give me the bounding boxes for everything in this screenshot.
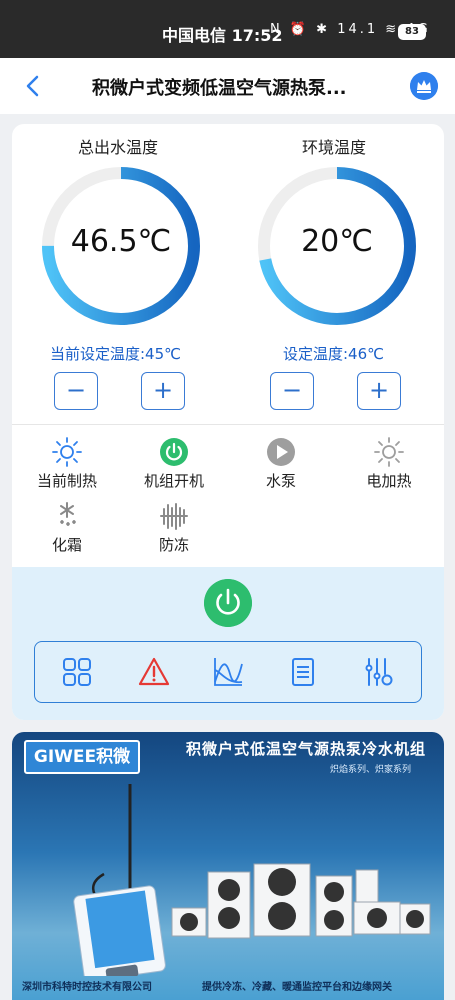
status-label: 当前制热 [36, 472, 97, 490]
outlet-setpoint: 当前设定温度:45℃ [50, 345, 181, 363]
back-arrow-icon[interactable] [20, 72, 48, 100]
banner-company: 深圳市科特时控技术有限公司 [22, 982, 152, 993]
power-button[interactable] [204, 579, 252, 627]
system-status-bar: 中国电信 17:52 N ⏰ ✱ 14.1 ≋ 4G 83 [0, 0, 455, 58]
status-label: 电加热 [366, 472, 412, 490]
banner-services: 提供冷冻、冷藏、暖通监控平台和边缘网关 [202, 982, 392, 993]
control-area [12, 567, 444, 720]
ambient-decrease-button[interactable]: − [270, 372, 314, 410]
status-heating: 当前制热 [22, 436, 112, 491]
status-label: 水泵 [265, 472, 296, 490]
list-icon[interactable] [287, 656, 319, 688]
divider [12, 424, 444, 425]
outlet-temp-value: 46.5℃ [70, 224, 172, 259]
outlet-increase-button[interactable]: + [141, 372, 185, 410]
status-pump: 水泵 [236, 436, 326, 491]
ambient-temp-value: 20℃ [301, 224, 373, 259]
outlet-decrease-button[interactable]: − [54, 372, 98, 410]
ambient-setpoint: 设定温度:46℃ [283, 345, 384, 363]
carrier-time: 中国电信 17:52 [162, 26, 283, 45]
settings-icon[interactable] [363, 656, 395, 688]
defrost-icon [60, 502, 76, 526]
device-panel: 总出水温度 46.5℃ 当前设定温度:45℃ − + 环境温度 20℃ 设定温度… [12, 124, 444, 720]
status-label: 机组开机 [143, 472, 204, 490]
ambient-increase-button[interactable]: + [357, 372, 401, 410]
title-bar: 积微户式变频低温空气源热泵... [0, 58, 455, 114]
play-icon [267, 438, 295, 466]
product-illustration [73, 784, 431, 976]
banner-headline: 积微户式低温空气源热泵冷水机组 [186, 740, 427, 758]
page-title: 积微户式变频低温空气源热泵... [92, 78, 347, 99]
heater-icon [374, 437, 404, 467]
grid-icon[interactable] [61, 656, 93, 688]
giwee-logo: GIWEE积微 [24, 740, 140, 774]
outlet-temp-label: 总出水温度 [78, 138, 159, 157]
alarm-icon[interactable] [138, 656, 170, 688]
sun-icon [52, 437, 82, 467]
ambient-temp-label: 环境温度 [302, 138, 367, 157]
function-toolbar [34, 641, 422, 703]
crown-icon[interactable] [410, 72, 438, 100]
product-banner[interactable]: GIWEE积微 积微户式低温空气源热泵冷水机组 炽焰系列、炽家系列 深圳市科特时… [12, 732, 444, 1000]
curve-icon[interactable] [212, 656, 244, 688]
status-label: 化霜 [51, 536, 82, 554]
status-antifreeze: 防冻 [129, 500, 219, 555]
battery-icon: 83 [398, 24, 426, 40]
status-label: 防冻 [158, 536, 189, 554]
status-defrost: 化霜 [22, 500, 112, 555]
status-unit-on: 机组开机 [129, 436, 219, 491]
antifreeze-icon [160, 503, 188, 530]
status-electric-heating: 电加热 [344, 436, 434, 491]
power-on-icon [160, 438, 188, 466]
